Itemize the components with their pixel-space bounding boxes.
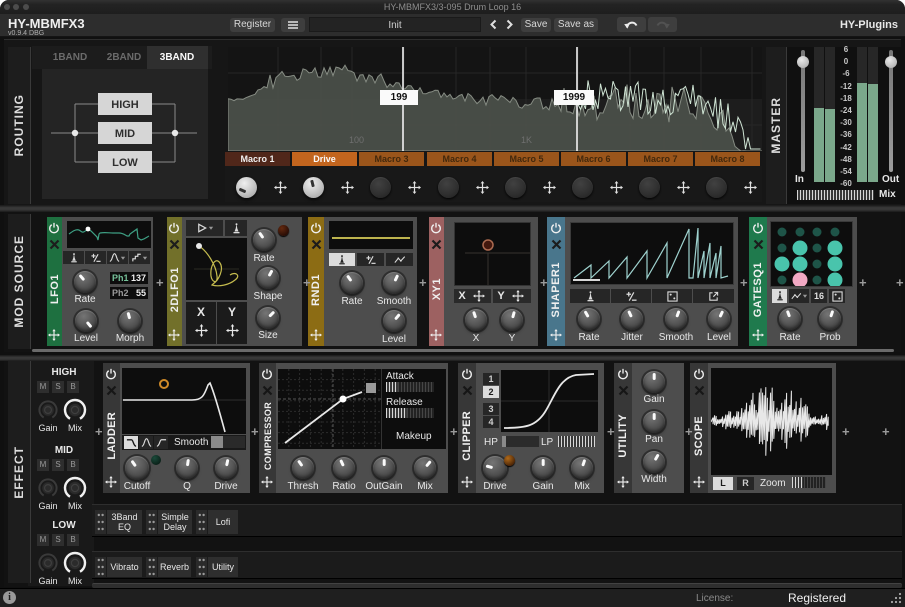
- svg-text:HIGH: HIGH: [111, 99, 139, 111]
- svg-text:MID: MID: [115, 128, 135, 140]
- svg-text:LOW: LOW: [112, 157, 138, 169]
